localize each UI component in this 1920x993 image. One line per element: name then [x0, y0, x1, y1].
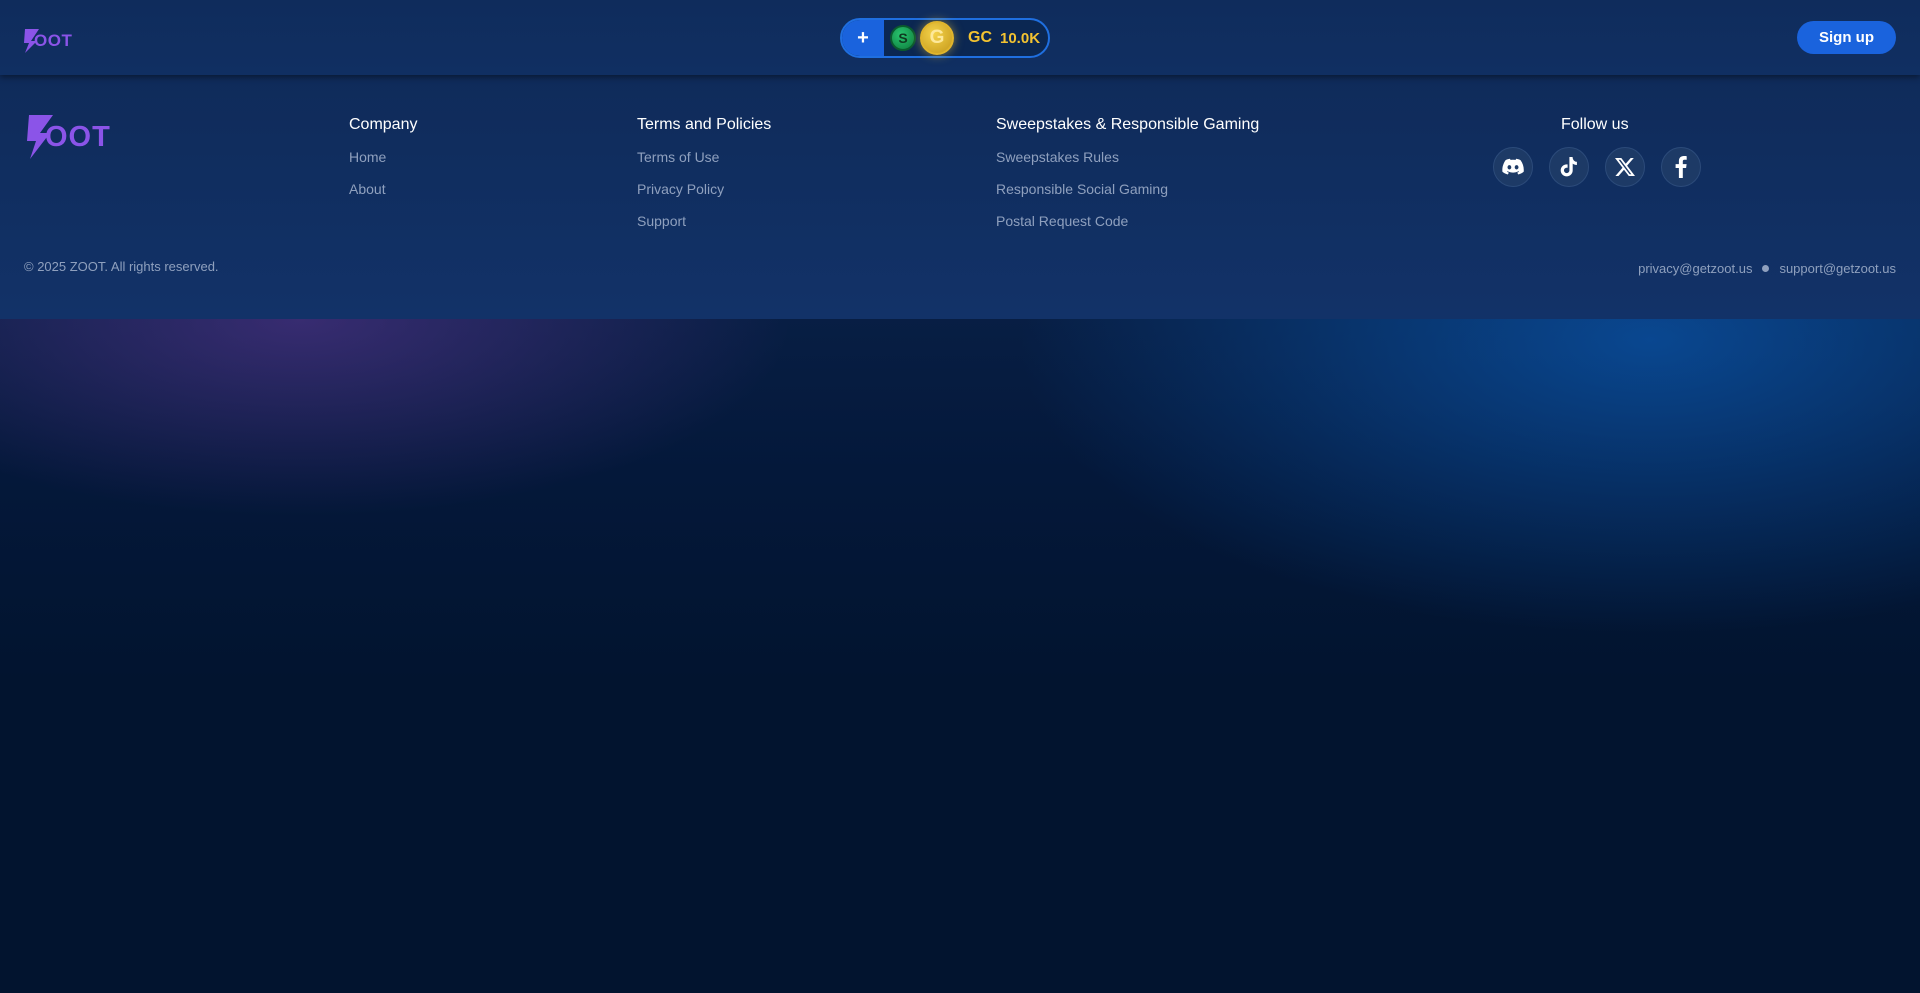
contact-emails: privacy@getzoot.us support@getzoot.us — [1638, 261, 1896, 276]
svg-text:OOT: OOT — [45, 121, 111, 153]
separator-dot — [1762, 265, 1770, 272]
footer-link-about[interactable]: About — [349, 179, 417, 199]
footer-column-sweepstakes: Sweepstakes & Responsible Gaming Sweepst… — [996, 115, 1259, 231]
sweeps-coin-icon[interactable]: S — [890, 25, 916, 51]
tiktok-link[interactable] — [1549, 147, 1589, 187]
svg-text:OOT: OOT — [34, 31, 72, 50]
page-background — [0, 300, 1920, 993]
column-title: Terms and Policies — [637, 116, 772, 133]
sign-up-button[interactable]: Sign up — [1797, 21, 1896, 54]
gold-coin-icon[interactable]: G — [920, 21, 954, 55]
footer-link-sweepstakes-rules[interactable]: Sweepstakes Rules — [996, 147, 1259, 167]
support-email-link[interactable]: support@getzoot.us — [1779, 261, 1896, 276]
discord-link[interactable] — [1493, 147, 1533, 187]
footer-column-company: Company Home About — [349, 115, 417, 199]
discord-icon — [1502, 158, 1524, 175]
column-title: Company — [349, 116, 418, 133]
footer-link-postal-request-code[interactable]: Postal Request Code — [996, 211, 1259, 231]
currency-label: GC — [968, 29, 992, 46]
facebook-link[interactable] — [1661, 147, 1701, 187]
footer-link-terms-of-use[interactable]: Terms of Use — [637, 147, 771, 167]
tiktok-icon — [1560, 157, 1577, 177]
x-link[interactable] — [1605, 147, 1645, 187]
footer-column-terms: Terms and Policies Terms of Use Privacy … — [637, 115, 771, 231]
footer-link-support[interactable]: Support — [637, 211, 771, 231]
column-title: Sweepstakes & Responsible Gaming — [996, 116, 1260, 133]
footer-zoot-logo[interactable]: OOT — [25, 113, 135, 159]
footer: OOT Company Home About Terms and Policie… — [0, 75, 1920, 319]
follow-us-title: Follow us — [1561, 116, 1629, 133]
copyright-text: © 2025 ZOOT. All rights reserved. — [24, 259, 219, 274]
add-coins-button[interactable]: + — [842, 20, 884, 56]
x-icon — [1615, 158, 1635, 176]
footer-link-privacy-policy[interactable]: Privacy Policy — [637, 179, 771, 199]
coin-balance: 10.0K — [1000, 29, 1041, 47]
privacy-email-link[interactable]: privacy@getzoot.us — [1638, 261, 1752, 276]
zoot-logo[interactable]: OOT — [23, 27, 83, 53]
wallet-widget[interactable]: + S G GC 10.0K — [840, 18, 1050, 58]
footer-link-home[interactable]: Home — [349, 147, 417, 167]
social-links — [1493, 147, 1701, 187]
footer-link-responsible-social-gaming[interactable]: Responsible Social Gaming — [996, 179, 1259, 199]
facebook-icon — [1675, 156, 1687, 178]
top-bar: OOT + S G GC 10.0K Sign up — [0, 0, 1920, 75]
